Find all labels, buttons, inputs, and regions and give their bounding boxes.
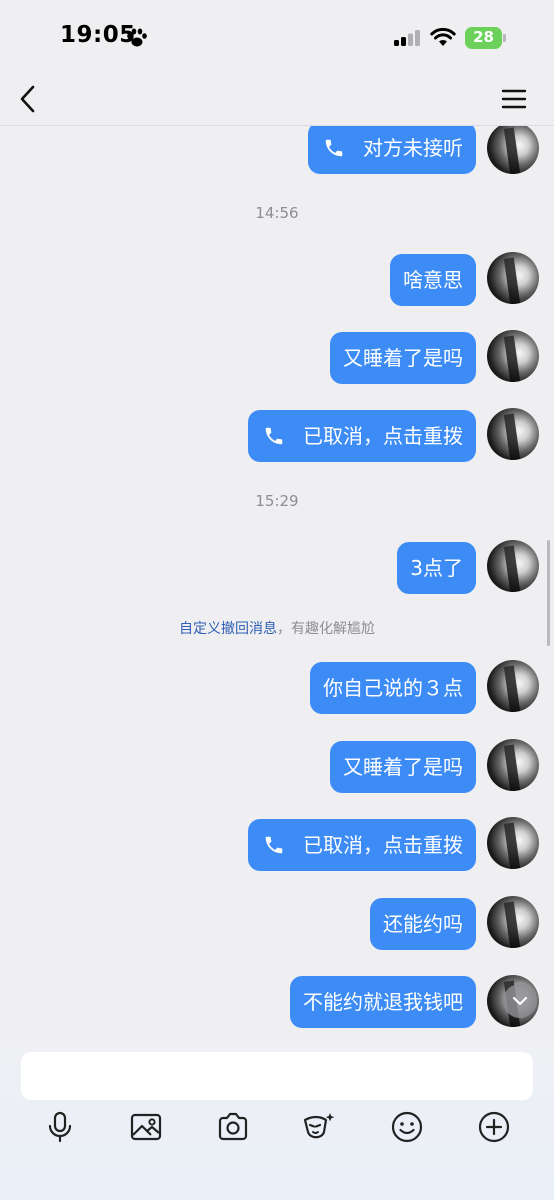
battery-indicator: 28 — [465, 27, 507, 49]
message-bubble[interactable]: 还能约吗 — [370, 898, 476, 950]
avatar[interactable] — [487, 739, 539, 791]
message-bubble[interactable]: 又睡着了是吗 — [330, 741, 476, 793]
custom-recall-link[interactable]: 自定义撤回消息 — [179, 621, 277, 637]
message-bubble[interactable]: 不能约就退我钱吧 — [290, 976, 476, 1028]
message-bubble[interactable]: 啥意思 — [390, 254, 476, 306]
chat-message-list[interactable]: 对方未接听 14:56 啥意思 又睡着了是吗 已取消，点击重拨 15:29 3点… — [0, 126, 554, 1042]
avatar[interactable] — [487, 126, 539, 174]
system-notice-text: ，有趣化解尴尬 — [277, 621, 375, 637]
camera-icon[interactable] — [216, 1110, 250, 1144]
message-text: 又睡着了是吗 — [343, 346, 463, 370]
chevron-down-icon — [512, 996, 528, 1006]
status-time: 19:05 — [60, 22, 136, 48]
avatar[interactable] — [487, 817, 539, 869]
avatar[interactable] — [487, 408, 539, 460]
chevron-left-icon[interactable] — [14, 82, 44, 116]
call-record-bubble[interactable]: 已取消，点击重拨 — [248, 410, 476, 462]
emoji-icon[interactable] — [390, 1110, 424, 1144]
paw-icon — [127, 28, 147, 47]
message-bubble[interactable]: 你自己说的３点 — [310, 662, 476, 714]
message-text: 又睡着了是吗 — [343, 755, 463, 779]
wifi-icon — [430, 27, 456, 46]
message-text: 啥意思 — [403, 268, 463, 292]
message-text: 已取消，点击重拨 — [303, 833, 463, 857]
plus-icon[interactable] — [477, 1110, 511, 1144]
status-bar: 19:05 28 — [0, 0, 554, 72]
scroll-to-bottom-button[interactable] — [503, 984, 537, 1018]
message-bubble[interactable]: 又睡着了是吗 — [330, 332, 476, 384]
message-bubble[interactable]: 3点了 — [397, 542, 476, 594]
nav-bar — [0, 72, 554, 126]
hamburger-menu-icon[interactable] — [500, 86, 528, 112]
message-text: 不能约就退我钱吧 — [303, 990, 463, 1014]
avatar[interactable] — [487, 330, 539, 382]
face-mask-icon[interactable] — [302, 1110, 336, 1144]
timestamp: 15:29 — [255, 492, 299, 510]
message-text: 3点了 — [410, 556, 463, 580]
battery-level: 28 — [473, 28, 494, 46]
cellular-signal-icon — [394, 30, 420, 46]
input-panel — [0, 1042, 554, 1200]
avatar[interactable] — [487, 896, 539, 948]
message-text: 已取消，点击重拨 — [303, 424, 463, 448]
phone-icon — [325, 139, 343, 157]
message-text: 对方未接听 — [363, 136, 463, 160]
system-notice: 自定义撤回消息，有趣化解尴尬 — [0, 618, 554, 638]
avatar[interactable] — [487, 540, 539, 592]
scrollbar[interactable] — [547, 540, 550, 646]
message-text: 你自己说的３点 — [323, 676, 463, 700]
avatar[interactable] — [487, 660, 539, 712]
image-icon[interactable] — [129, 1110, 163, 1144]
phone-icon — [265, 836, 283, 854]
phone-icon — [265, 427, 283, 445]
avatar[interactable] — [487, 252, 539, 304]
message-text: 还能约吗 — [383, 912, 463, 936]
message-input[interactable] — [21, 1052, 533, 1100]
mic-icon[interactable] — [43, 1110, 77, 1144]
call-record-bubble[interactable]: 已取消，点击重拨 — [248, 819, 476, 871]
call-record-bubble[interactable]: 对方未接听 — [308, 126, 476, 174]
timestamp: 14:56 — [255, 204, 299, 222]
